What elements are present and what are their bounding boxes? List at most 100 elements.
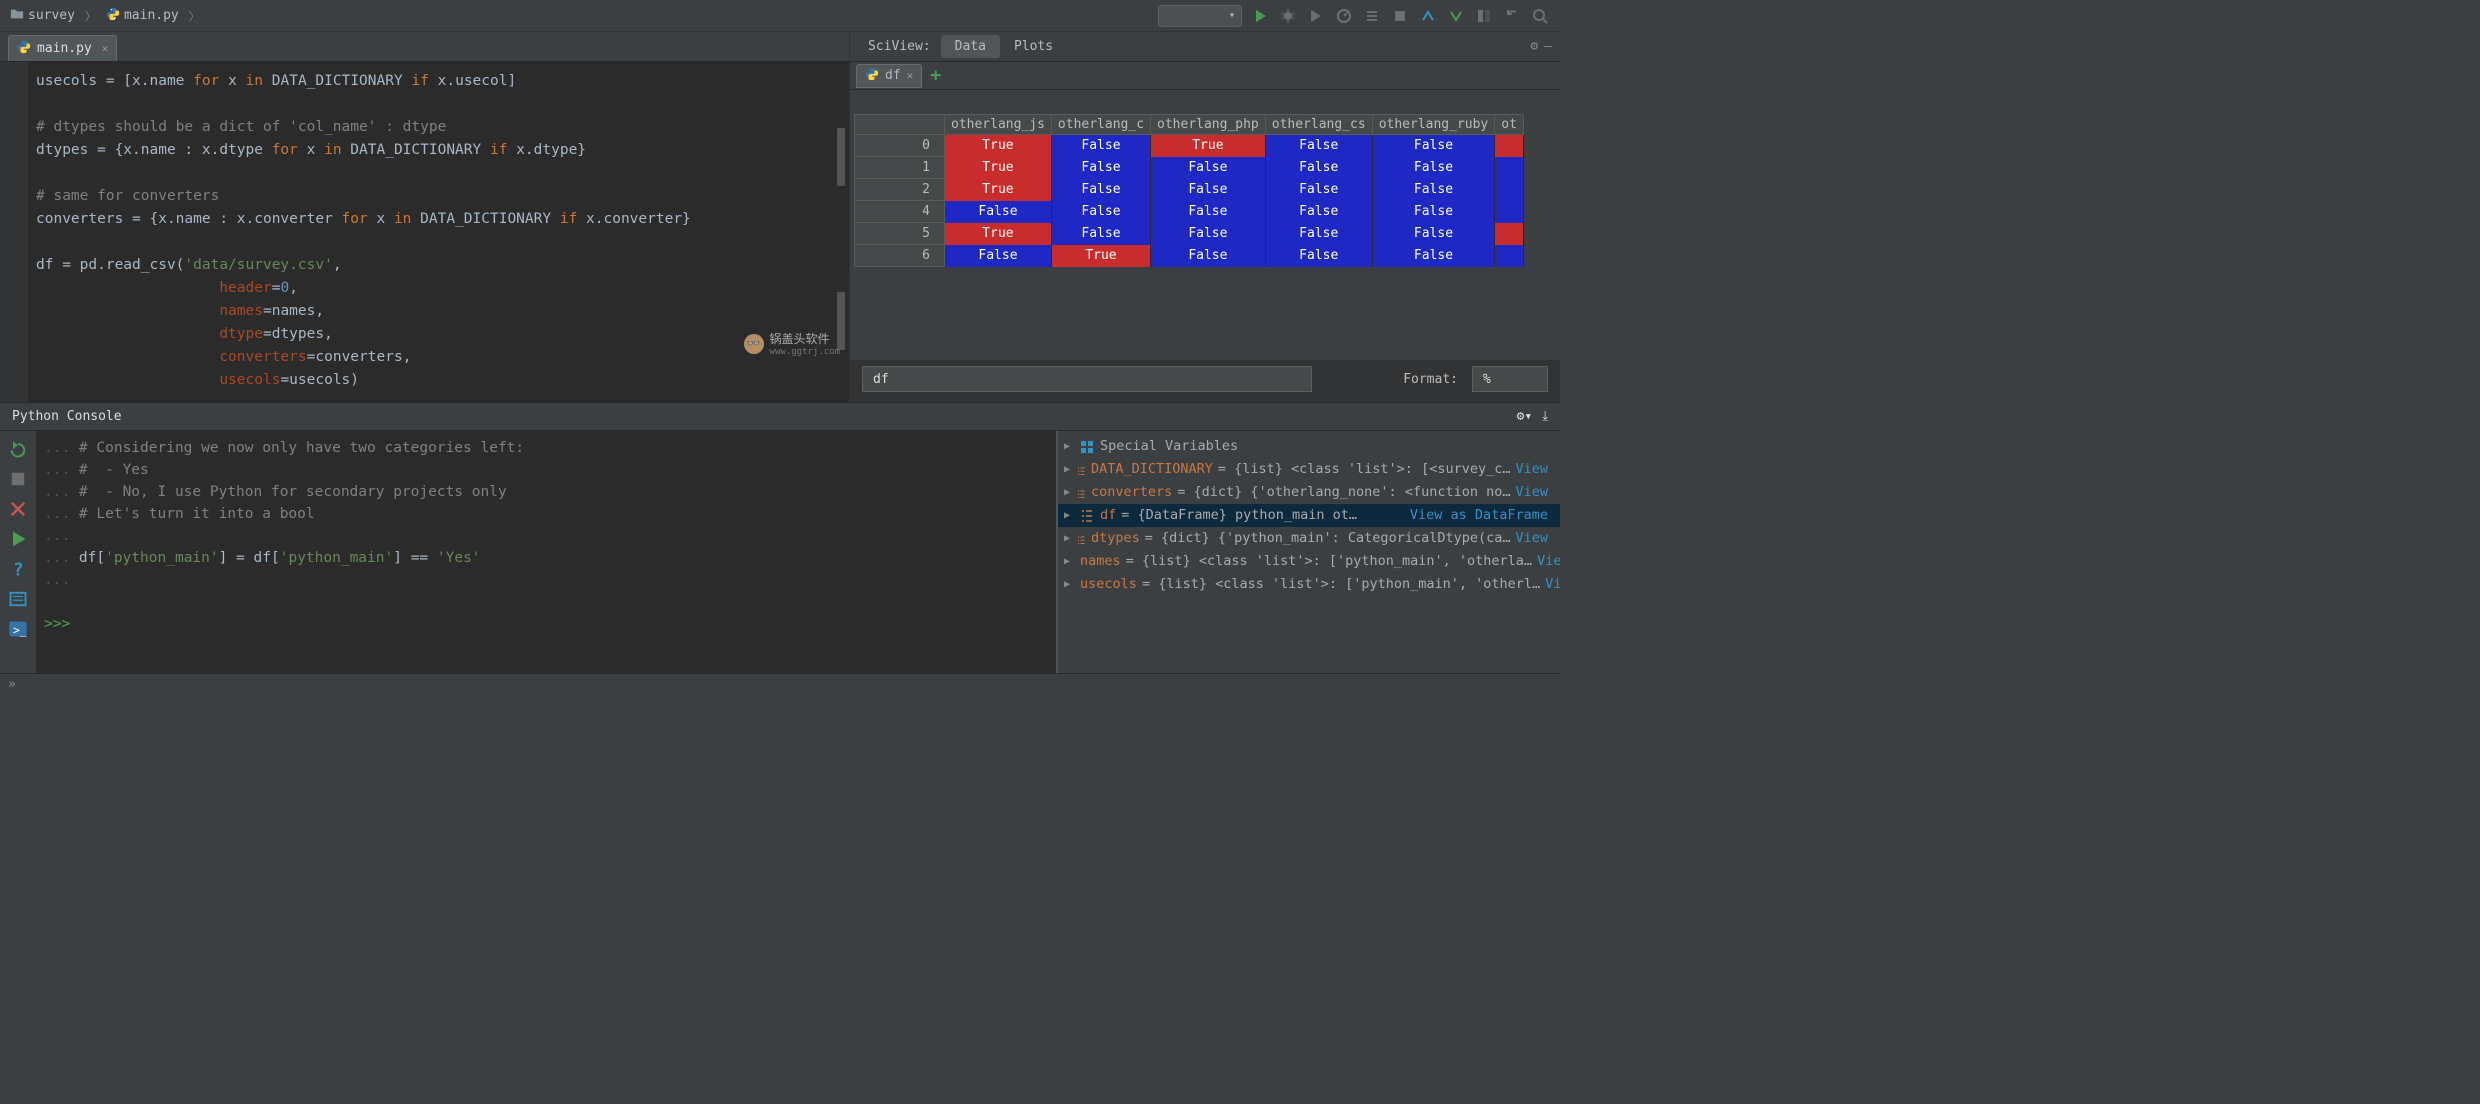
toolbar-right — [1158, 5, 1556, 27]
col-header[interactable]: otherlang_ruby — [1372, 115, 1495, 135]
hide-icon[interactable]: — — [1544, 39, 1552, 54]
expand-icon[interactable]: ▶ — [1064, 573, 1070, 596]
var-row[interactable]: ▶dtypes = {dict} {'python_main': Categor… — [1058, 527, 1560, 550]
expand-icon[interactable]: ▶ — [1064, 504, 1074, 527]
dataframe-tab-df[interactable]: df ✕ — [856, 64, 922, 88]
expand-icon[interactable]: ▶ — [1064, 458, 1071, 481]
commit-icon[interactable] — [1418, 6, 1438, 26]
view-link[interactable]: View — [1537, 550, 1560, 573]
breadcrumb-project-label: survey — [28, 8, 75, 23]
table-row[interactable]: 6FalseTrueFalseFalseFalse — [855, 245, 1524, 267]
statusbar-chevron-icon[interactable]: » — [8, 677, 16, 692]
var-row[interactable]: ▶converters = {dict} {'otherlang_none': … — [1058, 481, 1560, 504]
run-icon[interactable] — [1250, 6, 1270, 26]
chevron-right-icon: 〉 — [85, 8, 96, 24]
console-icon[interactable]: >_ — [8, 619, 28, 639]
object-icon — [1079, 439, 1095, 455]
python-file-icon — [106, 7, 120, 25]
list-icon — [1076, 485, 1086, 501]
undo-icon[interactable] — [1502, 6, 1522, 26]
var-row[interactable]: ▶DATA_DICTIONARY = {list} <class 'list'>… — [1058, 458, 1560, 481]
table-corner — [855, 115, 945, 135]
dataframe-table-wrap: otherlang_js otherlang_c otherlang_php o… — [850, 90, 1560, 360]
add-tab-icon[interactable]: + — [930, 65, 941, 86]
rerun-icon[interactable] — [8, 439, 28, 459]
workspace: main.py ✕ usecols = [x.name for x in DAT… — [0, 32, 1560, 402]
help-icon[interactable]: ? — [8, 559, 28, 579]
editor-mark — [837, 292, 845, 350]
breadcrumb-file[interactable]: main.py — [100, 5, 185, 27]
table-header-row: otherlang_js otherlang_c otherlang_php o… — [855, 115, 1524, 135]
editor-mark — [837, 128, 845, 186]
col-header[interactable]: ot — [1495, 115, 1524, 135]
col-header[interactable]: otherlang_js — [945, 115, 1052, 135]
table-row[interactable]: 0TrueFalseTrueFalseFalse — [855, 135, 1524, 157]
console-output[interactable]: ... # Considering we now only have two c… — [36, 431, 1056, 673]
concurrency-icon[interactable] — [1362, 6, 1382, 26]
view-link[interactable]: View — [1515, 458, 1554, 481]
close-icon[interactable]: ✕ — [907, 69, 914, 82]
stop-icon[interactable] — [1390, 6, 1410, 26]
dataframe-expr-input[interactable] — [862, 366, 1312, 392]
svg-text:?: ? — [13, 560, 24, 579]
variables-panel: ▶Special Variables ▶DATA_DICTIONARY = {l… — [1056, 431, 1560, 673]
col-header[interactable]: otherlang_c — [1051, 115, 1150, 135]
table-row[interactable]: 4FalseFalseFalseFalseFalse — [855, 201, 1524, 223]
list-icon — [1076, 462, 1086, 478]
console-panel: Python Console ⚙▾ ⤓ ? >_ ... # Consideri… — [0, 402, 1560, 673]
console-gutter: ? >_ — [0, 431, 36, 673]
expand-icon[interactable]: ▶ — [1064, 550, 1070, 573]
col-header[interactable]: otherlang_cs — [1265, 115, 1372, 135]
profiler-icon[interactable] — [1334, 6, 1354, 26]
view-link[interactable]: View — [1545, 573, 1560, 596]
console-title: Python Console — [12, 409, 122, 424]
editor-panel: main.py ✕ usecols = [x.name for x in DAT… — [0, 32, 850, 402]
expand-icon[interactable]: ▶ — [1064, 481, 1071, 504]
var-row-selected[interactable]: ▶df = {DataFrame} python_main ot…View as… — [1058, 504, 1560, 527]
code-editor[interactable]: usecols = [x.name for x in DATA_DICTIONA… — [0, 62, 849, 402]
stop-icon[interactable] — [8, 469, 28, 489]
format-label: Format: — [1403, 372, 1458, 387]
sciview-tab-data[interactable]: Data — [941, 35, 1000, 58]
expand-icon[interactable]: ▶ — [1064, 527, 1071, 550]
view-link[interactable]: View — [1515, 481, 1554, 504]
view-as-dataframe-link[interactable]: View as DataFrame — [1410, 504, 1554, 527]
list-icon — [1079, 508, 1095, 524]
update-icon[interactable] — [1446, 6, 1466, 26]
gear-icon[interactable]: ⚙ — [1530, 39, 1538, 54]
download-icon[interactable]: ⤓ — [1542, 409, 1548, 424]
format-input[interactable] — [1472, 366, 1548, 392]
execute-icon[interactable] — [8, 529, 28, 549]
console-header: Python Console ⚙▾ ⤓ — [0, 403, 1560, 431]
var-row[interactable]: ▶names = {list} <class 'list'>: ['python… — [1058, 550, 1560, 573]
editor-tab-main[interactable]: main.py ✕ — [8, 35, 117, 61]
dataframe-tabstrip: df ✕ + — [850, 62, 1560, 90]
python-file-icon — [865, 67, 879, 85]
python-file-icon — [17, 40, 31, 58]
editor-tab-label: main.py — [37, 41, 92, 56]
col-header[interactable]: otherlang_php — [1151, 115, 1266, 135]
search-icon[interactable] — [1530, 6, 1550, 26]
gear-icon[interactable]: ⚙▾ — [1517, 409, 1533, 424]
revert-icon[interactable] — [1474, 6, 1494, 26]
folder-icon — [10, 7, 24, 25]
var-row[interactable]: ▶usecols = {list} <class 'list'>: ['pyth… — [1058, 573, 1560, 596]
sciview-tabstrip: SciView: Data Plots ⚙ — — [850, 32, 1560, 62]
sciview-tab-plots[interactable]: Plots — [1000, 35, 1067, 58]
table-row[interactable]: 1TrueFalseFalseFalseFalse — [855, 157, 1524, 179]
close-icon[interactable] — [8, 499, 28, 519]
table-row[interactable]: 2TrueFalseFalseFalseFalse — [855, 179, 1524, 201]
chevron-right-icon: 〉 — [189, 8, 200, 24]
attach-icon[interactable] — [8, 589, 28, 609]
debug-icon[interactable] — [1278, 6, 1298, 26]
table-row[interactable]: 5TrueFalseFalseFalseFalse — [855, 223, 1524, 245]
coverage-icon[interactable] — [1306, 6, 1326, 26]
breadcrumb-project[interactable]: survey — [4, 5, 81, 27]
expand-icon[interactable]: ▶ — [1064, 435, 1074, 458]
dataframe-tab-label: df — [885, 68, 901, 83]
close-icon[interactable]: ✕ — [102, 42, 109, 55]
view-link[interactable]: View — [1515, 527, 1554, 550]
run-config-dropdown[interactable] — [1158, 5, 1242, 27]
dataframe-table[interactable]: otherlang_js otherlang_c otherlang_php o… — [854, 114, 1524, 267]
var-special[interactable]: ▶Special Variables — [1058, 435, 1560, 458]
